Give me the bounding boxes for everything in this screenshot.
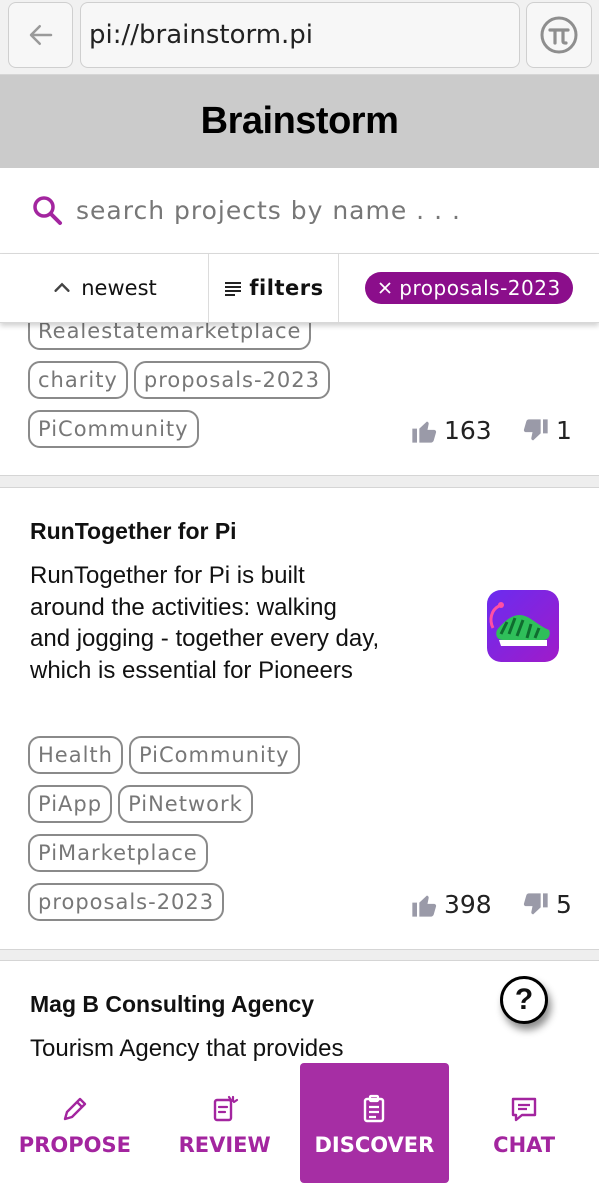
active-filter-chip[interactable]: proposals-2023 [365, 272, 573, 304]
search-bar [0, 168, 599, 254]
tag-row: PiMarketplace [28, 834, 306, 883]
bottom-nav: PROPOSE REVIEW DISCOVER CHAT [0, 1063, 599, 1200]
tag-row: proposals-2023 [28, 883, 306, 932]
chat-icon [511, 1097, 537, 1122]
like-count[interactable]: 398 [410, 890, 492, 919]
url-text: pi://brainstorm.pi [89, 20, 314, 50]
dislike-count[interactable]: 1 [522, 416, 572, 445]
url-field[interactable]: pi://brainstorm.pi [80, 2, 520, 68]
pencil-icon [63, 1097, 87, 1121]
thumbs-down-icon [523, 892, 548, 914]
tag-row: charity proposals-2023 [28, 361, 336, 410]
tag[interactable]: Realestatemarketplace [28, 323, 312, 350]
back-button[interactable] [8, 2, 73, 68]
tag[interactable]: proposals-2023 [28, 883, 225, 921]
tag-row: Realestatemarketplace [28, 323, 336, 361]
tag-row: Health PiCommunity [28, 736, 306, 785]
tag[interactable]: PiApp [28, 785, 113, 823]
project-title[interactable]: Mag B Consulting Agency [30, 991, 314, 1018]
thumbs-down-icon [523, 418, 548, 440]
nav-chat[interactable]: CHAT [449, 1063, 599, 1183]
tag[interactable]: Health [28, 736, 123, 774]
project-description: RunTogether for Pi is built around the a… [30, 562, 380, 684]
thumbs-up-icon [412, 421, 437, 443]
chevron-up-icon [54, 282, 70, 292]
project-title[interactable]: RunTogether for Pi [30, 518, 237, 545]
filter-lines-icon [225, 282, 242, 296]
help-button[interactable]: ? [500, 976, 548, 1024]
page-title: Brainstorm [200, 100, 399, 142]
thumbs-up-icon [412, 895, 437, 917]
tag[interactable]: charity [28, 361, 128, 399]
clipboard-icon [364, 1094, 385, 1123]
active-filter-area: proposals-2023 [339, 254, 599, 322]
dislikes-value: 1 [556, 416, 572, 445]
close-icon[interactable] [377, 280, 393, 296]
filters-button[interactable]: filters [209, 254, 339, 322]
project-card[interactable]: Realestatemarketplace charity proposals-… [0, 323, 599, 476]
review-icon [213, 1095, 238, 1122]
likes-value: 398 [444, 890, 492, 919]
nav-label: REVIEW [178, 1133, 271, 1157]
dislike-count[interactable]: 5 [522, 890, 572, 919]
nav-label: DISCOVER [314, 1133, 435, 1157]
nav-label: PROPOSE [18, 1133, 131, 1157]
tag-row: PiApp PiNetwork [28, 785, 306, 834]
pi-logo-icon [540, 16, 578, 54]
tag[interactable]: PiCommunity [128, 736, 300, 774]
project-list: Realestatemarketplace charity proposals-… [0, 323, 599, 1063]
filter-row: newest filters proposals-2023 [0, 254, 599, 323]
search-icon [33, 195, 62, 225]
nav-propose[interactable]: PROPOSE [0, 1063, 150, 1183]
likes-value: 163 [444, 416, 492, 445]
sort-button[interactable]: newest [0, 254, 209, 322]
search-input[interactable] [76, 196, 556, 225]
nav-discover[interactable]: DISCOVER [299, 1063, 450, 1183]
sort-label: newest [81, 276, 157, 300]
like-count[interactable]: 163 [410, 416, 492, 445]
nav-review[interactable]: REVIEW [150, 1063, 300, 1183]
sneaker-app-icon [487, 590, 559, 662]
nav-label: CHAT [493, 1133, 556, 1157]
help-icon: ? [514, 983, 534, 1016]
app-header: Brainstorm [0, 75, 599, 168]
active-filter-label: proposals-2023 [399, 276, 561, 300]
tag[interactable]: proposals-2023 [133, 361, 330, 399]
project-description: Tourism Agency that provides [30, 1035, 344, 1062]
filters-label: filters [249, 276, 324, 300]
tag[interactable]: PiMarketplace [28, 834, 208, 872]
tag-row: PiCommunity [28, 410, 336, 459]
tag[interactable]: PiCommunity [28, 410, 199, 448]
pi-button[interactable] [526, 2, 592, 68]
project-card[interactable]: RunTogether for Pi RunTogether for Pi is… [0, 487, 599, 950]
browser-bar: pi://brainstorm.pi [0, 0, 599, 75]
arrow-left-icon [29, 25, 52, 45]
tag[interactable]: PiNetwork [118, 785, 253, 823]
dislikes-value: 5 [556, 890, 572, 919]
